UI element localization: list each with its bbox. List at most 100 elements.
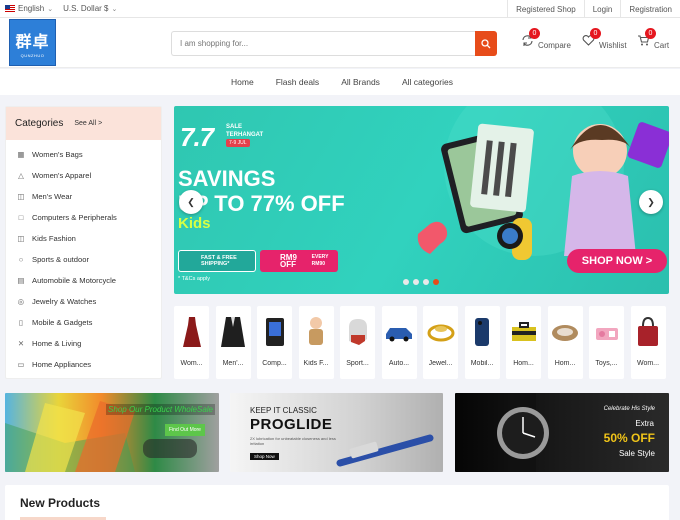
compare-icon: 0 xyxy=(521,28,540,48)
nav-home[interactable]: Home xyxy=(231,77,254,87)
new-products-title: New Products xyxy=(20,496,101,510)
hero-banner[interactable]: 7.7 SALE TERHANGAT 7-9 JUL SAVINGS UP TO … xyxy=(174,106,669,294)
tile-label: Kids F... xyxy=(303,360,329,367)
language-selector[interactable]: English ⌄ xyxy=(5,4,53,13)
registered-shop-link[interactable]: Registered Shop xyxy=(507,0,584,18)
find-out-more-button[interactable]: Find Out More xyxy=(165,424,205,436)
category-tile[interactable]: Auto... xyxy=(381,306,417,379)
banner-headline-line2: UP TO 77% OFF xyxy=(178,191,345,216)
category-item[interactable]: ◫ Men's Wear xyxy=(6,186,161,207)
category-tile[interactable]: Wom... xyxy=(630,306,666,379)
carousel-next-button[interactable]: ❯ xyxy=(639,190,663,214)
category-tile[interactable]: Jewel... xyxy=(423,306,458,379)
handbag-icon xyxy=(633,314,663,350)
category-tile[interactable]: Toys,... xyxy=(589,306,624,379)
ring-icon xyxy=(426,314,456,350)
category-item[interactable]: ○ Sports & outdoor xyxy=(6,249,161,270)
compare-count-badge: 0 xyxy=(529,28,540,39)
new-products-section: New Products xyxy=(5,485,669,520)
nav-all-categories[interactable]: All categories xyxy=(402,77,453,87)
monitor-icon: □ xyxy=(18,213,24,222)
language-label: English xyxy=(18,4,45,13)
registration-link[interactable]: Registration xyxy=(620,0,680,18)
categories-header: Categories See All > xyxy=(6,107,161,140)
cart-button[interactable]: 0 Cart xyxy=(637,28,670,50)
tv-icon: ▭ xyxy=(17,360,25,369)
category-item[interactable]: ▯ Mobile & Gadgets xyxy=(6,312,161,333)
category-item[interactable]: ◫ Kids Fashion xyxy=(6,228,161,249)
promo-wholesale[interactable]: Shop Our Product WholeSale Find Out More xyxy=(5,393,219,472)
category-tile[interactable]: Hom... xyxy=(506,306,541,379)
category-item[interactable]: △ Women's Apparel xyxy=(6,165,161,186)
category-item[interactable]: ▭ Home Appliances xyxy=(6,354,161,375)
category-item[interactable]: ▦ Women's Bags xyxy=(6,144,161,165)
currency-label: U.S. Dollar $ xyxy=(63,4,109,13)
category-item[interactable]: ✕ Home & Living xyxy=(6,333,161,354)
category-label: Women's Apparel xyxy=(32,171,92,180)
nav-flash-deals[interactable]: Flash deals xyxy=(276,77,319,87)
category-tile[interactable]: Kids F... xyxy=(298,306,334,379)
proglide-title: PROGLIDE xyxy=(250,416,333,433)
ring-icon: ◎ xyxy=(17,297,25,306)
rm9-off-label: RM9 OFF xyxy=(280,253,297,269)
nav-all-brands[interactable]: All Brands xyxy=(341,77,380,87)
currency-selector[interactable]: U.S. Dollar $ ⌄ xyxy=(63,4,117,13)
see-all-link[interactable]: See All > xyxy=(74,120,102,127)
category-tile[interactable]: Men'... xyxy=(215,306,251,379)
watch-extra-text: Extra xyxy=(635,419,654,428)
compare-label: Compare xyxy=(538,41,571,50)
carousel-dot[interactable] xyxy=(403,279,409,285)
category-tile[interactable]: Wom... xyxy=(174,306,209,379)
category-tiles: Wom... Men'... Comp... Kids F... Sport..… xyxy=(174,306,670,379)
carousel-dot[interactable] xyxy=(423,279,429,285)
kids-shirt-icon: ◫ xyxy=(17,234,25,243)
logo-subtext: QUNZHUO xyxy=(20,52,45,58)
tile-label: Jewel... xyxy=(428,360,453,367)
phone-icon: ▯ xyxy=(18,318,24,327)
search-input[interactable] xyxy=(171,31,475,56)
carousel-prev-button[interactable]: ❮ xyxy=(179,190,203,214)
tile-label: Wom... xyxy=(636,360,660,367)
category-tile[interactable]: Comp... xyxy=(257,306,292,379)
category-list: ▦ Women's Bags △ Women's Apparel ◫ Men's We… xyxy=(6,140,161,375)
tile-label: Men'... xyxy=(222,360,244,367)
category-tile[interactable]: Hom... xyxy=(547,306,583,379)
carousel-dot-active[interactable] xyxy=(433,279,439,285)
category-item[interactable]: ▤ Automobile & Motorcycle xyxy=(6,270,161,291)
category-tile[interactable]: Sport... xyxy=(340,306,375,379)
cart-label: Cart xyxy=(654,41,670,50)
banner-sale-word: SALE xyxy=(226,124,243,130)
category-tile[interactable]: Mobil... xyxy=(464,306,500,379)
search-icon xyxy=(481,38,491,48)
top-bar: English ⌄ U.S. Dollar $ ⌄ Registered Sho… xyxy=(0,0,680,18)
wishlist-button[interactable]: 0 Wishlist xyxy=(582,28,627,50)
rm9-off-sub: EVERY RM90 xyxy=(311,254,329,267)
category-label: Women's Bags xyxy=(32,150,83,159)
login-link[interactable]: Login xyxy=(583,0,621,18)
chevron-right-icon: ❯ xyxy=(647,196,655,207)
carousel-dot[interactable] xyxy=(413,279,419,285)
banner-sale-line: SALE TERHANGAT xyxy=(226,123,263,139)
tile-label: Mobil... xyxy=(470,360,494,367)
category-label: Mobile & Gadgets xyxy=(32,318,93,327)
category-item[interactable]: ◎ Jewelry & Watches xyxy=(6,291,161,312)
proglide-shop-now-button[interactable]: Shop Now xyxy=(250,453,279,460)
compare-button[interactable]: 0 Compare xyxy=(521,28,571,50)
tile-label: Sport... xyxy=(346,360,369,367)
glove-icon xyxy=(343,314,373,350)
cart-count-badge: 0 xyxy=(645,28,656,39)
shop-now-button[interactable]: SHOP NOW > xyxy=(567,249,667,273)
car-icon: ▤ xyxy=(17,276,25,285)
chevron-down-icon: ⌄ xyxy=(111,5,118,13)
tile-label: Wom... xyxy=(180,360,203,367)
ball-icon: ○ xyxy=(18,255,24,264)
category-item[interactable]: □ Computers & Peripherals xyxy=(6,207,161,228)
bed-icon xyxy=(550,314,580,350)
wishlist-count-badge: 0 xyxy=(590,28,601,39)
promo-watch-sale[interactable]: Celebrate His Style Extra 50% OFF Sale S… xyxy=(455,393,669,472)
chevron-down-icon: ⌄ xyxy=(47,5,54,13)
promo-proglide[interactable]: KEEP IT CLASSIC PROGLIDE 2X lubrication … xyxy=(230,393,443,472)
site-logo[interactable]: 群卓 QUNZHUO xyxy=(9,19,56,66)
pc-case-icon xyxy=(260,314,290,350)
search-button[interactable] xyxy=(475,31,497,56)
